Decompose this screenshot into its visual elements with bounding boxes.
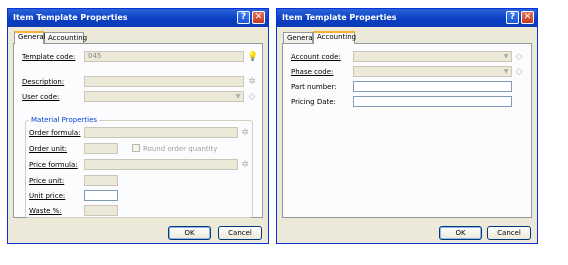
phase-code-combo[interactable]: ▼ — [353, 66, 512, 77]
close-button[interactable]: ✕ — [521, 11, 534, 24]
price-unit-field[interactable] — [84, 175, 118, 186]
user-code-label: User code: — [22, 93, 60, 101]
order-formula-label: Order formula: — [29, 129, 81, 137]
unit-price-label: Unit price: — [29, 192, 66, 200]
help-button[interactable]: ? — [237, 11, 250, 24]
tab-accounting[interactable]: Accounting — [313, 31, 356, 44]
item-template-properties-dialog-accounting: Item Template Properties ? ✕ General Acc… — [276, 8, 538, 244]
tab-general[interactable]: General — [283, 32, 315, 43]
title-bar[interactable]: Item Template Properties ? ✕ — [277, 9, 537, 27]
phase-code-label: Phase code: — [291, 68, 334, 76]
waste-field[interactable] — [84, 205, 118, 216]
cancel-button[interactable]: Cancel — [487, 226, 531, 240]
price-formula-label: Price formula: — [29, 161, 78, 169]
eraser-icon[interactable]: ◇ — [514, 67, 524, 77]
chevron-down-icon[interactable]: ▼ — [501, 67, 511, 76]
ok-button[interactable]: OK — [439, 226, 482, 240]
general-tab-panel: Template code: 045 💡 Description: ✲ User… — [13, 43, 263, 218]
help-button[interactable]: ? — [506, 11, 519, 24]
gear-icon[interactable]: ✲ — [240, 160, 250, 170]
eraser-icon[interactable]: ◇ — [514, 52, 524, 62]
round-order-quantity-label: Round order quantity — [143, 145, 218, 153]
part-number-label: Part number: — [291, 83, 337, 91]
user-code-combo[interactable]: ▼ — [84, 91, 244, 102]
price-formula-field[interactable] — [84, 159, 238, 170]
waste-label: Waste %: — [29, 207, 62, 215]
accounting-tab-panel: Account code: ▼ ◇ Phase code: ▼ ◇ Part n… — [282, 43, 532, 218]
chevron-down-icon[interactable]: ▼ — [501, 52, 511, 61]
tab-accounting[interactable]: Accounting — [44, 32, 87, 43]
part-number-field[interactable] — [353, 81, 512, 92]
pricing-date-field[interactable] — [353, 96, 512, 107]
account-code-combo[interactable]: ▼ — [353, 51, 512, 62]
ok-button[interactable]: OK — [168, 226, 211, 240]
gear-icon[interactable]: ✲ — [240, 128, 250, 138]
order-unit-label: Order unit: — [29, 145, 68, 153]
price-unit-label: Price unit: — [29, 177, 65, 185]
description-label: Description: — [22, 78, 65, 86]
order-unit-field[interactable] — [84, 143, 118, 154]
template-code-field[interactable]: 045 — [84, 51, 244, 62]
gear-icon[interactable]: ✲ — [247, 77, 257, 87]
eraser-icon[interactable]: ◇ — [247, 92, 257, 102]
window-title: Item Template Properties — [13, 13, 128, 22]
close-button[interactable]: ✕ — [252, 11, 265, 24]
unit-price-field[interactable] — [84, 190, 118, 201]
description-field[interactable] — [84, 76, 244, 87]
pricing-date-label: Pricing Date: — [291, 98, 336, 106]
template-code-label: Template code: — [22, 53, 76, 61]
title-bar[interactable]: Item Template Properties ? ✕ — [8, 9, 268, 27]
chevron-down-icon[interactable]: ▼ — [233, 92, 243, 101]
cancel-button[interactable]: Cancel — [218, 226, 262, 240]
order-formula-field[interactable] — [84, 127, 238, 138]
account-code-label: Account code: — [291, 53, 341, 61]
tab-general[interactable]: General — [14, 31, 46, 44]
item-template-properties-dialog-general: Item Template Properties ? ✕ General Acc… — [7, 8, 269, 244]
material-properties-title: Material Properties — [29, 116, 100, 124]
round-order-quantity-checkbox[interactable] — [132, 144, 140, 152]
lightbulb-icon[interactable]: 💡 — [247, 52, 258, 62]
window-title: Item Template Properties — [282, 13, 397, 22]
